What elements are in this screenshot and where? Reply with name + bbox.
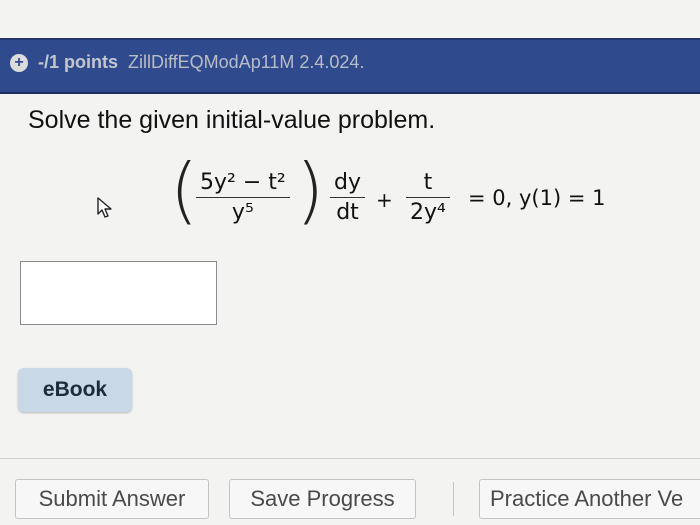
submit-answer-button[interactable]: Submit Answer	[15, 479, 209, 519]
problem-prompt: Solve the given initial-value problem.	[28, 106, 436, 134]
fraction-1-denominator: y⁵	[231, 200, 254, 225]
derivative-denominator: dt	[336, 200, 359, 225]
question-header-content: + -/1 points ZillDiffEQModAp11M 2.4.024.	[10, 52, 364, 73]
fraction-term-3: t 2y⁴	[406, 170, 450, 225]
fraction-3-denominator: 2y⁴	[410, 200, 446, 225]
fraction-3-numerator: t	[423, 170, 433, 195]
save-progress-button[interactable]: Save Progress	[229, 479, 416, 519]
fraction-3-bar	[406, 197, 450, 198]
mouse-cursor-icon	[97, 197, 112, 218]
derivative-bar	[330, 197, 365, 198]
practice-another-button[interactable]: Practice Another Ve	[479, 479, 700, 519]
points-label: -/1 points	[38, 52, 118, 72]
footer-separator	[453, 482, 454, 516]
right-paren: )	[296, 148, 325, 232]
fraction-1-bar	[196, 197, 290, 198]
answer-input[interactable]	[20, 261, 217, 325]
ebook-button[interactable]: eBook	[18, 368, 132, 412]
question-header: + -/1 points ZillDiffEQModAp11M 2.4.024.	[0, 38, 700, 94]
derivative-numerator: dy	[334, 170, 361, 195]
equation-rhs-and-initial-condition: = 0, y(1) = 1	[468, 186, 606, 210]
problem-id: ZillDiffEQModAp11M 2.4.024.	[128, 52, 365, 72]
plus-operator: +	[376, 188, 393, 212]
fraction-1-numerator: 5y² − t²	[200, 170, 286, 195]
fraction-term-1: 5y² − t² y⁵	[196, 170, 290, 225]
expand-plus-icon[interactable]: +	[10, 53, 28, 72]
footer-divider	[0, 458, 700, 459]
differential-equation: ( 5y² − t² y⁵ ) dy dt + t 2y⁴ = 0, y(1) …	[170, 154, 670, 250]
derivative-fraction: dy dt	[330, 170, 365, 225]
left-paren: (	[170, 148, 199, 232]
